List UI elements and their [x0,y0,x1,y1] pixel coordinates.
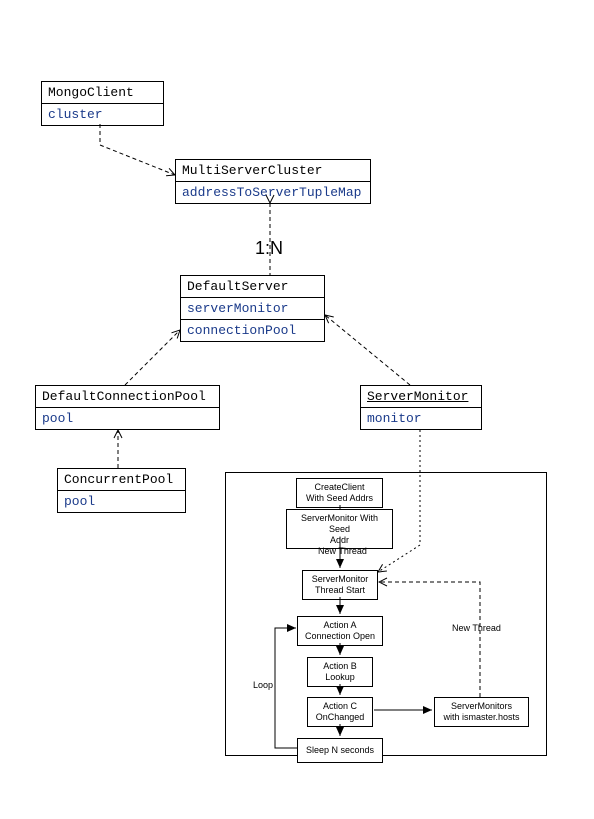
class-title: DefaultServer [181,276,324,298]
flow-action-b: Action B Lookup [307,657,373,687]
flow-create-client: CreateClient With Seed Addrs [296,478,383,508]
flow-line: With Seed Addrs [301,493,378,504]
class-title: MultiServerCluster [176,160,370,182]
label-new-thread-2: New Thread [452,623,501,633]
flow-server-monitor-seed: ServerMonitor With Seed Addr [286,509,393,549]
flow-line: Lookup [312,672,368,683]
class-attr: monitor [361,408,481,429]
flow-action-a: Action A Connection Open [297,616,383,646]
class-attr: serverMonitor [181,298,324,319]
class-attr: pool [36,408,219,429]
class-attr: cluster [42,104,163,125]
flow-line: Action A [302,620,378,631]
flow-line: ServerMonitor With Seed [291,513,388,535]
flow-line: Sleep N seconds [302,745,378,756]
class-concurrent-pool: ConcurrentPool pool [57,468,186,513]
class-attr: connectionPool [181,319,324,341]
label-new-thread-1: New Thread [318,546,367,556]
class-default-server: DefaultServer serverMonitor connectionPo… [180,275,325,342]
flow-line: ServerMonitor [307,574,373,585]
flow-line: Action B [312,661,368,672]
flow-line: Action C [312,701,368,712]
flow-action-c: Action C OnChanged [307,697,373,727]
class-attr: addressToServerTupleMap [176,182,370,203]
class-multi-server-cluster: MultiServerCluster addressToServerTupleM… [175,159,371,204]
flow-line: with ismaster.hosts [439,712,524,723]
class-attr: pool [58,491,185,512]
class-title: MongoClient [42,82,163,104]
flow-thread-start: ServerMonitor Thread Start [302,570,378,600]
flow-line: Thread Start [307,585,373,596]
class-title: ConcurrentPool [58,469,185,491]
label-loop: Loop [253,680,273,690]
class-default-connection-pool: DefaultConnectionPool pool [35,385,220,430]
class-title: DefaultConnectionPool [36,386,219,408]
flow-line: ServerMonitors [439,701,524,712]
class-server-monitor: ServerMonitor monitor [360,385,482,430]
flow-line: CreateClient [301,482,378,493]
ratio-label: 1:N [255,238,283,259]
flow-server-monitors: ServerMonitors with ismaster.hosts [434,697,529,727]
flow-sleep: Sleep N seconds [297,738,383,763]
class-title: ServerMonitor [361,386,481,408]
flow-line: Connection Open [302,631,378,642]
flow-line: OnChanged [312,712,368,723]
flow-line: Addr [291,535,388,546]
class-mongo-client: MongoClient cluster [41,81,164,126]
